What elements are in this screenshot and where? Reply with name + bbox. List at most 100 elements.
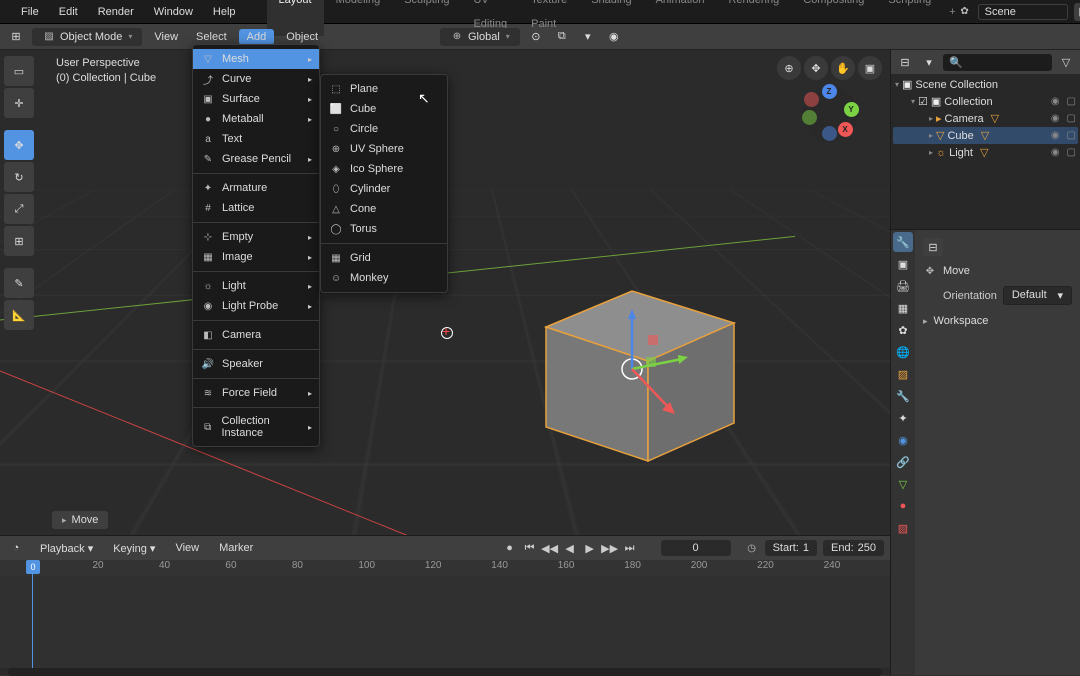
mode-dropdown[interactable]: ▨Object Mode: [32, 28, 142, 46]
header-view-menu[interactable]: View: [148, 31, 184, 43]
workspace-tab-modeling[interactable]: Modeling: [324, 0, 393, 36]
jump-end-button[interactable]: ⏭: [621, 540, 639, 556]
header-select-menu[interactable]: Select: [190, 31, 233, 43]
menu-file[interactable]: File: [12, 0, 48, 24]
add-menu-light[interactable]: ☼Light: [193, 276, 319, 296]
tab-world[interactable]: 🌐: [893, 342, 913, 362]
visibility-toggle[interactable]: ◉: [1051, 96, 1060, 107]
timeline-body[interactable]: [0, 576, 890, 668]
mesh-menu-ico-sphere[interactable]: ◈Ico Sphere: [321, 159, 447, 179]
axis-x-dot[interactable]: X: [838, 122, 853, 137]
tab-constraints[interactable]: 🔗: [893, 452, 913, 472]
snap-toggle[interactable]: ⧉: [552, 28, 572, 46]
add-menu-curve[interactable]: ⤴Curve: [193, 69, 319, 89]
add-menu-lattice[interactable]: #Lattice: [193, 198, 319, 218]
menu-help[interactable]: Help: [204, 0, 245, 24]
autokey-toggle[interactable]: ●: [501, 540, 519, 556]
scene-name-input[interactable]: [978, 4, 1068, 20]
outliner-display-dropdown[interactable]: ⊟: [895, 53, 915, 71]
snap-dropdown[interactable]: ▾: [578, 28, 598, 46]
orientation-select[interactable]: Default▾: [1003, 286, 1072, 305]
mesh-menu-uv-sphere[interactable]: ⊕UV Sphere: [321, 139, 447, 159]
tool-annotate[interactable]: ✎: [4, 268, 34, 298]
keyframe-next-button[interactable]: ▶▶: [601, 540, 619, 556]
timeline-view-menu[interactable]: View: [169, 542, 205, 554]
tree-item-camera[interactable]: ▸▸Camera▽◉▢: [893, 110, 1078, 127]
workspace-tab-animation[interactable]: Animation: [644, 0, 717, 36]
mesh-menu-cone[interactable]: △Cone: [321, 199, 447, 219]
workspace-panel-label[interactable]: Workspace: [934, 315, 989, 327]
pivot-dropdown[interactable]: ⊙: [526, 28, 546, 46]
menu-window[interactable]: Window: [145, 0, 202, 24]
tool-measure[interactable]: 📐: [4, 300, 34, 330]
timeline-ruler[interactable]: 0 020406080100120140160180200220240: [0, 560, 890, 576]
menu-render[interactable]: Render: [89, 0, 143, 24]
axis-z-dot[interactable]: Z: [822, 84, 837, 99]
tool-scale[interactable]: ⤢: [4, 194, 34, 224]
tab-modifiers[interactable]: 🔧: [893, 386, 913, 406]
add-menu-force-field[interactable]: ≋Force Field: [193, 383, 319, 403]
current-frame-input[interactable]: 0: [661, 540, 731, 556]
mesh-menu-circle[interactable]: ○Circle: [321, 119, 447, 139]
add-menu-light-probe[interactable]: ◉Light Probe: [193, 296, 319, 316]
jump-start-button[interactable]: ⏮: [521, 540, 539, 556]
workspace-tab-compositing[interactable]: Compositing: [791, 0, 876, 36]
tab-mesh[interactable]: ▽: [893, 474, 913, 494]
tree-scene-collection[interactable]: ▾▣Scene Collection: [893, 76, 1078, 93]
add-menu-armature[interactable]: ✦Armature: [193, 178, 319, 198]
tab-material[interactable]: ●: [893, 496, 913, 516]
add-menu-collection-instance[interactable]: ⧉Collection Instance: [193, 412, 319, 442]
workspace-tab-scripting[interactable]: Scripting: [876, 0, 943, 36]
axis-gizmo[interactable]: Z Y X: [802, 86, 858, 142]
mesh-menu-cylinder[interactable]: ⬯Cylinder: [321, 179, 447, 199]
timeline-marker-menu[interactable]: Marker: [213, 542, 259, 554]
start-frame-input[interactable]: Start:1: [765, 540, 817, 556]
outliner-filter-button[interactable]: ▽: [1056, 53, 1076, 71]
outliner-search-input[interactable]: 🔍: [943, 54, 1052, 71]
prop-pin-button[interactable]: ⊟: [923, 238, 943, 256]
tab-viewlayer[interactable]: ▦: [893, 298, 913, 318]
playhead[interactable]: 0: [26, 560, 40, 574]
tree-item-cube[interactable]: ▸▽Cube▽◉▢: [893, 127, 1078, 144]
play-button[interactable]: ▶: [581, 540, 599, 556]
add-menu-mesh[interactable]: ▽Mesh: [193, 49, 319, 69]
tab-physics[interactable]: ◉: [893, 430, 913, 450]
add-menu-speaker[interactable]: 🔊Speaker: [193, 354, 319, 374]
nav-zoom-icon[interactable]: ⊕: [777, 56, 801, 80]
add-workspace-button[interactable]: +: [949, 6, 955, 18]
add-menu-metaball[interactable]: ●Metaball: [193, 109, 319, 129]
visibility-toggle[interactable]: ◉: [1051, 113, 1060, 124]
timeline-playback-menu[interactable]: Playback ▾: [34, 542, 99, 555]
render-toggle[interactable]: ▢: [1067, 147, 1076, 158]
mesh-menu-monkey[interactable]: ☺Monkey: [321, 268, 447, 288]
tab-render[interactable]: ▣: [893, 254, 913, 274]
add-menu-surface[interactable]: ▣Surface: [193, 89, 319, 109]
tree-collection[interactable]: ▾☑▣Collection ◉ ▢: [893, 93, 1078, 110]
tool-move[interactable]: ✥: [4, 130, 34, 160]
tab-texture[interactable]: ▨: [893, 518, 913, 538]
visibility-toggle[interactable]: ◉: [1051, 130, 1060, 141]
tool-transform[interactable]: ⊞: [4, 226, 34, 256]
header-object-menu[interactable]: Object: [280, 31, 324, 43]
render-toggle[interactable]: ▢: [1067, 130, 1076, 141]
render-toggle[interactable]: ▢: [1067, 113, 1076, 124]
cube-object[interactable]: [520, 265, 760, 475]
timeline-editor-type[interactable]: ◔: [6, 539, 26, 557]
operator-redo-panel[interactable]: ▸ Move: [52, 511, 108, 529]
add-menu-camera[interactable]: ◧Camera: [193, 325, 319, 345]
mesh-menu-torus[interactable]: ◯Torus: [321, 219, 447, 239]
tab-tool[interactable]: 🔧: [893, 232, 913, 252]
proportional-toggle[interactable]: ◉: [604, 28, 624, 46]
tab-scene[interactable]: ✿: [893, 320, 913, 340]
add-menu-grease-pencil[interactable]: ✎Grease Pencil: [193, 149, 319, 169]
nav-hand-icon[interactable]: ✋: [831, 56, 855, 80]
nav-camera-icon[interactable]: ▣: [858, 56, 882, 80]
transform-orientation-dropdown[interactable]: ⊕Global: [440, 28, 520, 46]
timeline-keying-menu[interactable]: Keying ▾: [107, 542, 161, 555]
tree-item-light[interactable]: ▸☼Light▽◉▢: [893, 144, 1078, 161]
tab-object[interactable]: ▨: [893, 364, 913, 384]
mesh-menu-grid[interactable]: ▦Grid: [321, 248, 447, 268]
render-toggle[interactable]: ▢: [1067, 96, 1076, 107]
nav-pan-icon[interactable]: ✥: [804, 56, 828, 80]
outliner-mode-dropdown[interactable]: ▾: [919, 53, 939, 71]
